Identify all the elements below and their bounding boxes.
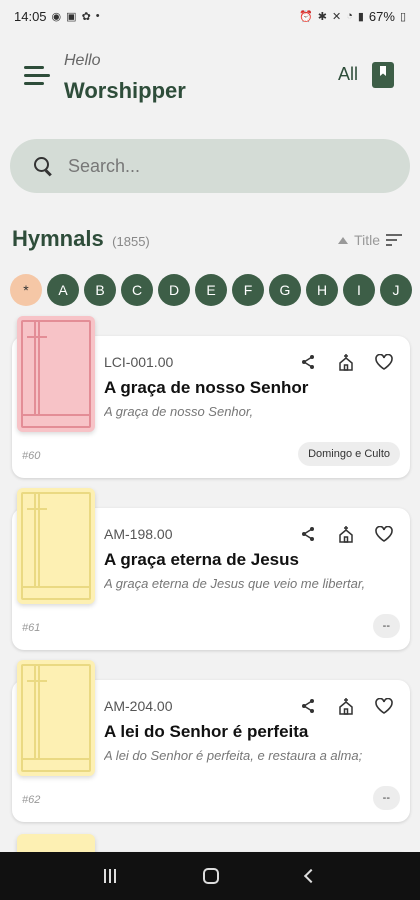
letter-filter-g[interactable]: G [269,274,301,306]
sort-ascending-icon [338,236,349,244]
sort-icon[interactable] [386,234,402,246]
back-icon[interactable] [304,868,319,884]
user-name: Worshipper [64,78,186,103]
hymn-card[interactable]: AM-198.00 A graça eterna de Jesus A graç… [12,488,410,650]
hymn-excerpt: A graça eterna de Jesus que veio me libe… [104,576,366,591]
app-header: Hello Worshipper All [0,44,420,114]
alphabet-filter: * A B C D E F G H I J [10,274,420,308]
whatsapp-icon: ◉ [51,10,62,23]
hymn-count: (1855) [112,234,150,249]
alarm-icon: ⏰ [299,10,313,23]
mute-icon: ✕ [331,10,342,23]
hymn-card[interactable]: LCI-001.00 A graça de nosso Senhor A gra… [12,316,410,478]
letter-filter-a[interactable]: A [47,274,79,306]
hymn-category-tag[interactable]: -- [372,786,400,810]
church-icon[interactable] [336,524,356,544]
sort-label: Title [354,232,380,248]
search-icon [34,157,52,175]
hymn-title: A lei do Senhor é perfeita [104,722,309,741]
letter-filter-b[interactable]: B [84,274,116,306]
signal-icon: ▮ [357,10,364,23]
filter-all-button[interactable]: All [338,64,358,85]
sort-control[interactable]: Title [338,232,402,248]
hymn-card[interactable]: AM-204.00 A lei do Senhor é perfeita A l… [12,660,410,822]
hymn-excerpt: A lei do Senhor é perfeita, e restaura a… [104,748,363,763]
hymn-code: AM-198.00 [104,526,173,542]
book-icon[interactable] [372,62,394,88]
share-icon[interactable] [298,524,318,544]
hymnals-section-header: Hymnals (1855) Title [12,226,412,256]
favorite-heart-icon[interactable] [374,524,394,544]
recent-apps-icon[interactable] [103,869,116,883]
hymn-category-tag[interactable]: -- [372,614,400,638]
hymn-number: #62 [22,794,41,806]
hymn-excerpt: A graça de nosso Senhor, [104,404,254,419]
search-input[interactable] [68,155,368,177]
hymn-category-tag[interactable]: Domingo e Culto [298,442,400,466]
search-bar[interactable] [10,139,410,193]
church-icon[interactable] [336,352,356,372]
hamburger-menu-icon[interactable] [24,64,50,88]
settings-icon: ✿ [81,10,91,23]
wifi-icon: ◔ [346,10,353,22]
notification-icon: ▣ [66,10,77,23]
hymn-code: AM-204.00 [104,698,173,714]
letter-filter-all[interactable]: * [10,274,42,306]
bluetooth-icon: ✱ [317,10,327,23]
dot-icon: • [95,10,100,22]
battery-icon: ▯ [399,10,406,23]
hymn-code: LCI-001.00 [104,354,174,370]
letter-filter-j[interactable]: J [380,274,412,306]
system-navigation-bar [0,852,420,900]
favorite-heart-icon[interactable] [374,352,394,372]
favorite-heart-icon[interactable] [374,696,394,716]
letter-filter-d[interactable]: D [158,274,190,306]
hymn-book-cover [17,488,95,604]
section-title: Hymnals [12,226,104,251]
letter-filter-i[interactable]: I [343,274,375,306]
battery-level: 67% [368,8,395,24]
letter-filter-e[interactable]: E [195,274,227,306]
church-icon[interactable] [336,696,356,716]
hymn-book-cover [17,316,95,432]
status-bar: 14:05 ◉ ▣ ✿ • ⏰ ✱ ✕ ◔ ▮ 67% ▯ [0,0,420,32]
hymn-book-cover [17,660,95,776]
home-icon[interactable] [202,868,219,884]
greeting-text: Hello [64,52,101,69]
letter-filter-h[interactable]: H [306,274,338,306]
hymn-number: #60 [22,450,41,462]
share-icon[interactable] [298,352,318,372]
letter-filter-f[interactable]: F [232,274,264,306]
hymn-title: A graça de nosso Senhor [104,378,309,397]
hymn-number: #61 [22,622,41,634]
hymn-title: A graça eterna de Jesus [104,550,299,569]
status-time: 14:05 [14,8,47,24]
share-icon[interactable] [298,696,318,716]
letter-filter-c[interactable]: C [121,274,153,306]
